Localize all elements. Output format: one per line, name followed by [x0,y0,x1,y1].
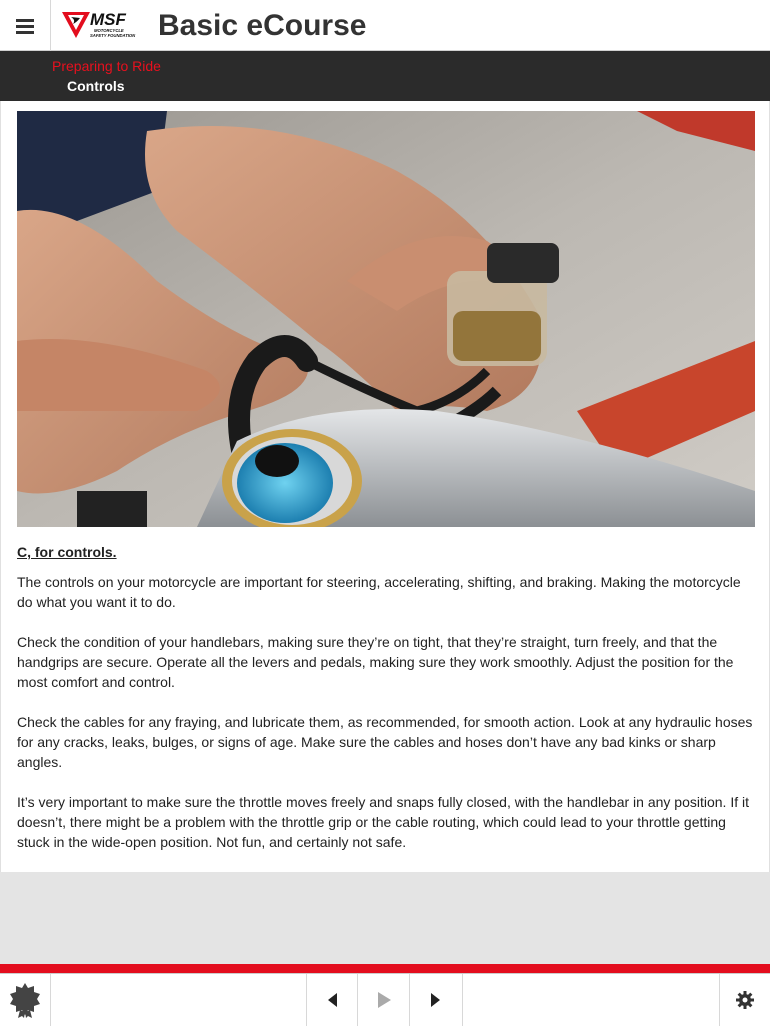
previous-icon [328,993,337,1007]
app-title: Basic eCourse [158,9,367,42]
breadcrumb: Preparing to Ride Controls [0,51,770,101]
svg-text:MSF: MSF [90,10,127,29]
settings-icon [736,991,754,1009]
next-icon [431,993,440,1007]
msf-logo: MSF MOTORCYCLE SAFETY FOUNDATION [60,9,142,43]
menu-button[interactable] [0,0,51,51]
play-icon [377,992,391,1008]
lesson-paragraph: Check the cables for any fraying, and lu… [17,714,753,770]
lesson-photo [17,111,755,527]
lesson-paragraph: It’s very important to make sure the thr… [17,794,749,850]
svg-text:SAFETY FOUNDATION: SAFETY FOUNDATION [90,33,136,38]
lesson-text: C, for controls. The controls on your mo… [17,542,757,872]
breadcrumb-current-page: Controls [67,78,125,94]
next-button[interactable] [410,974,463,1026]
app-header: MSF MOTORCYCLE SAFETY FOUNDATION Basic e… [0,0,770,51]
lesson-paragraph: Check the condition of your handlebars, … [17,634,734,690]
lesson-content: C, for controls. The controls on your mo… [0,101,770,872]
play-button[interactable] [358,974,410,1026]
previous-button[interactable] [306,974,358,1026]
lesson-heading: C, for controls. [17,544,117,560]
badge-button[interactable] [0,974,51,1026]
breadcrumb-section-link[interactable]: Preparing to Ride [52,58,161,74]
lesson-paragraph: The controls on your motorcycle are impo… [17,574,741,610]
footer-toolbar [0,973,770,1026]
progress-bar [0,964,770,973]
hamburger-menu-icon [16,18,34,34]
badge-icon [10,983,40,1018]
settings-button[interactable] [719,974,770,1026]
